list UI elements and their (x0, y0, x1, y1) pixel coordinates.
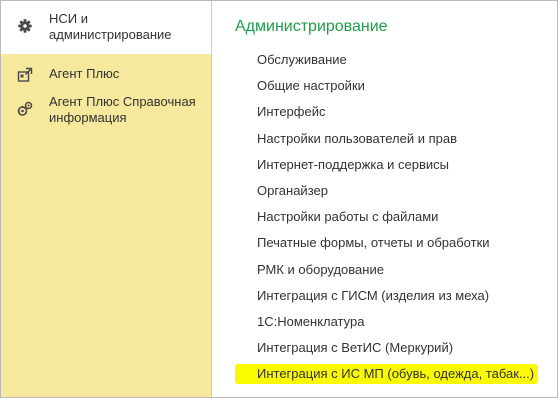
agent-plus-reference-icon (17, 101, 33, 117)
nav-link-label[interactable]: Общие настройки (235, 76, 370, 96)
nav-link-label[interactable]: Настройки пользователей и прав (235, 129, 462, 149)
sidebar-item-label-line2: информация (49, 110, 127, 125)
nav-link-label[interactable]: Интеграция с ВетИС (Меркурий) (235, 338, 458, 358)
nav-link-label[interactable]: Интеграция с ГИСМ (изделия из меха) (235, 286, 494, 306)
nav-link-internet-support[interactable]: Интернет-поддержка и сервисы (235, 155, 538, 181)
app-window: НСИ и администрирование Агент Плюс Агент… (0, 0, 558, 398)
nav-link-interface[interactable]: Интерфейс (235, 102, 538, 128)
sidebar-item-label-line1: Агент Плюс Справочная (49, 94, 196, 109)
nav-link-maintenance[interactable]: Обслуживание (235, 50, 538, 76)
nav-link-general-settings[interactable]: Общие настройки (235, 76, 538, 102)
sidebar-item-label: Агент Плюс (49, 66, 120, 81)
nav-link-label[interactable]: Органайзер (235, 181, 333, 201)
sidebar-item-label-line1: НСИ и (49, 11, 88, 26)
sidebar-item-label-line2: администрирование (49, 27, 172, 42)
sidebar-item-nsi-admin[interactable]: НСИ и администрирование (1, 1, 211, 54)
nav-link-vetis-integration[interactable]: Интеграция с ВетИС (Меркурий) (235, 338, 538, 364)
agent-plus-icon (17, 67, 33, 83)
sidebar-item-agent-plus[interactable]: Агент Плюс (1, 54, 211, 88)
nav-link-gism-integration[interactable]: Интеграция с ГИСМ (изделия из меха) (235, 286, 538, 312)
nav-link-label[interactable]: 1С:Номенклатура (235, 312, 369, 332)
nav-link-label[interactable]: Интерфейс (235, 102, 330, 122)
sidebar-item-agent-plus-reference[interactable]: Агент Плюс Справочная информация (1, 88, 211, 126)
nav-link-label[interactable]: Интеграция с ИС МП (обувь, одежда, табак… (235, 364, 539, 385)
nav-link-1c-nomenclature[interactable]: 1С:Номенклатура (235, 312, 538, 338)
sections-sidebar: НСИ и администрирование Агент Плюс Агент… (1, 1, 212, 397)
command-list: Обслуживание Общие настройки Интерфейс Н… (235, 50, 539, 390)
nav-link-label[interactable]: Печатные формы, отчеты и обработки (235, 233, 495, 253)
nav-link-label[interactable]: Интернет-поддержка и сервисы (235, 155, 454, 175)
nav-link-file-settings[interactable]: Настройки работы с файлами (235, 207, 538, 233)
nav-link-organizer[interactable]: Органайзер (235, 181, 538, 207)
nav-link-label[interactable]: Настройки работы с файлами (235, 207, 443, 227)
nav-link-label[interactable]: Обслуживание (235, 50, 352, 70)
nav-link-ismp-integration[interactable]: Интеграция с ИС МП (обувь, одежда, табак… (235, 364, 539, 390)
nav-link-print-forms[interactable]: Печатные формы, отчеты и обработки (235, 233, 538, 259)
section-title: Администрирование (235, 18, 388, 35)
gear-icon (17, 18, 33, 34)
nav-link-label[interactable]: РМК и оборудование (235, 260, 389, 280)
nav-link-user-settings[interactable]: Настройки пользователей и прав (235, 129, 538, 155)
nav-link-pos-equipment[interactable]: РМК и оборудование (235, 260, 538, 286)
